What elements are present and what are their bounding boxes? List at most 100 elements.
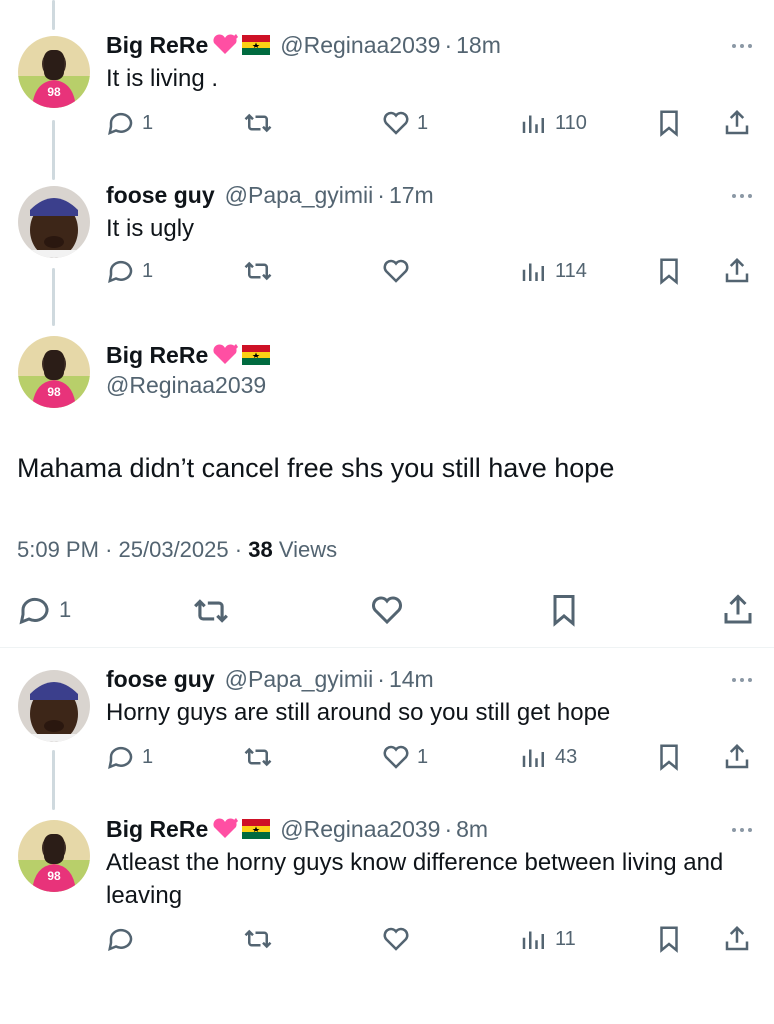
- heart-outline-icon: [383, 111, 409, 135]
- display-name[interactable]: Big ReRe: [106, 816, 208, 843]
- share-button[interactable]: [720, 592, 756, 628]
- views-count: 43: [555, 745, 578, 768]
- analytics-icon: [522, 115, 544, 133]
- reply-icon: [108, 112, 133, 136]
- views-count: 38: [248, 537, 273, 562]
- reply-count: 1: [142, 259, 154, 282]
- views-count: 110: [555, 111, 587, 134]
- separator: ·: [377, 665, 385, 692]
- like-button[interactable]: [381, 256, 411, 286]
- bookmark-button[interactable]: [654, 108, 684, 138]
- more-icon[interactable]: [728, 814, 756, 849]
- more-icon[interactable]: [728, 180, 756, 215]
- like-button[interactable]: 1: [381, 742, 428, 772]
- bookmark-icon: [660, 258, 678, 285]
- heart-outline-icon: [383, 745, 409, 769]
- retweet-button[interactable]: [243, 108, 273, 138]
- bookmark-button[interactable]: [546, 592, 582, 628]
- ghana-flag-icon: [242, 819, 271, 839]
- like-count: 1: [417, 745, 429, 768]
- retweet-button[interactable]: [243, 742, 273, 772]
- timestamp[interactable]: 8m: [456, 816, 488, 843]
- bookmark-button[interactable]: [654, 256, 684, 286]
- timestamp[interactable]: 18m: [456, 32, 501, 59]
- views-button[interactable]: 11: [519, 924, 576, 954]
- display-name[interactable]: foose guy: [106, 666, 215, 693]
- avatar[interactable]: [18, 820, 90, 892]
- reply-button[interactable]: 1: [106, 256, 153, 286]
- like-button[interactable]: 1: [381, 108, 428, 138]
- retweet-button[interactable]: [243, 924, 273, 954]
- tweet-time[interactable]: 5:09 PM: [17, 537, 99, 562]
- username[interactable]: @Papa_gyimii: [225, 182, 374, 209]
- separator: ·: [444, 31, 453, 58]
- username[interactable]: @Papa_gyimii: [225, 666, 374, 693]
- retweet-icon: [194, 599, 228, 623]
- tweet-text: It is living .: [106, 65, 219, 92]
- avatar[interactable]: [18, 336, 90, 408]
- separator: ·: [105, 537, 113, 562]
- display-name[interactable]: foose guy: [106, 182, 215, 209]
- retweet-icon: [244, 113, 272, 133]
- tweet-text: It is ugly: [106, 215, 195, 242]
- display-name[interactable]: Big ReRe: [106, 342, 208, 369]
- timestamp[interactable]: 14m: [389, 666, 434, 693]
- views-button[interactable]: 114: [519, 256, 587, 286]
- ghana-flag-icon: [242, 345, 271, 365]
- share-button[interactable]: [722, 108, 752, 138]
- bookmark-button[interactable]: [654, 742, 684, 772]
- retweet-icon: [244, 929, 272, 949]
- reply-button[interactable]: [106, 924, 136, 954]
- more-icon[interactable]: [728, 30, 756, 65]
- retweet-button[interactable]: [192, 592, 230, 630]
- share-icon: [725, 257, 749, 283]
- retweet-icon: [244, 261, 272, 281]
- retweet-button[interactable]: [243, 256, 273, 286]
- heart-icon: [211, 344, 239, 366]
- tweet-text: Horny guys are still around so you still…: [106, 699, 611, 726]
- share-button[interactable]: [722, 742, 752, 772]
- reply-icon: [108, 746, 133, 770]
- bookmark-icon: [553, 595, 575, 627]
- retweet-icon: [244, 747, 272, 767]
- avatar[interactable]: [18, 186, 90, 258]
- avatar[interactable]: [18, 670, 90, 742]
- heart-outline-icon: [383, 927, 409, 951]
- heart-icon: [211, 34, 239, 56]
- timestamp[interactable]: 17m: [389, 182, 434, 209]
- thread-line: [52, 750, 55, 810]
- reply-count: 1: [142, 111, 154, 134]
- bookmark-button[interactable]: [654, 924, 684, 954]
- analytics-icon: [522, 931, 544, 949]
- views-count: 114: [555, 259, 587, 282]
- share-button[interactable]: [722, 256, 752, 286]
- divider: [0, 647, 774, 648]
- separator: ·: [377, 181, 385, 208]
- reply-icon: [108, 928, 133, 952]
- like-button[interactable]: [369, 592, 405, 628]
- views-label: Views: [278, 537, 338, 562]
- heart-outline-icon: [372, 596, 402, 625]
- share-icon: [724, 594, 752, 624]
- ghana-flag-icon: [242, 35, 271, 55]
- like-button[interactable]: [381, 924, 411, 954]
- tweet-text: Atleast the horny guys know difference b…: [106, 849, 724, 909]
- reply-icon: [108, 260, 133, 284]
- tweet-date[interactable]: 25/03/2025: [119, 537, 229, 562]
- views-button[interactable]: 110: [519, 108, 587, 138]
- views-button[interactable]: 43: [519, 742, 577, 772]
- share-button[interactable]: [722, 924, 752, 954]
- tweet-text: Mahama didn’t cancel free shs you still …: [17, 453, 615, 483]
- avatar[interactable]: [18, 36, 90, 108]
- more-icon[interactable]: [728, 664, 756, 699]
- reply-button[interactable]: 1: [17, 592, 71, 628]
- analytics-icon: [522, 749, 544, 767]
- username[interactable]: @Reginaa2039: [280, 32, 440, 59]
- reply-button[interactable]: 1: [106, 742, 153, 772]
- reply-button[interactable]: 1: [106, 108, 153, 138]
- username[interactable]: @Reginaa2039: [280, 816, 440, 843]
- display-name[interactable]: Big ReRe: [106, 32, 208, 59]
- bookmark-icon: [660, 110, 678, 137]
- share-icon: [725, 109, 749, 135]
- username[interactable]: @Reginaa2039: [106, 372, 270, 399]
